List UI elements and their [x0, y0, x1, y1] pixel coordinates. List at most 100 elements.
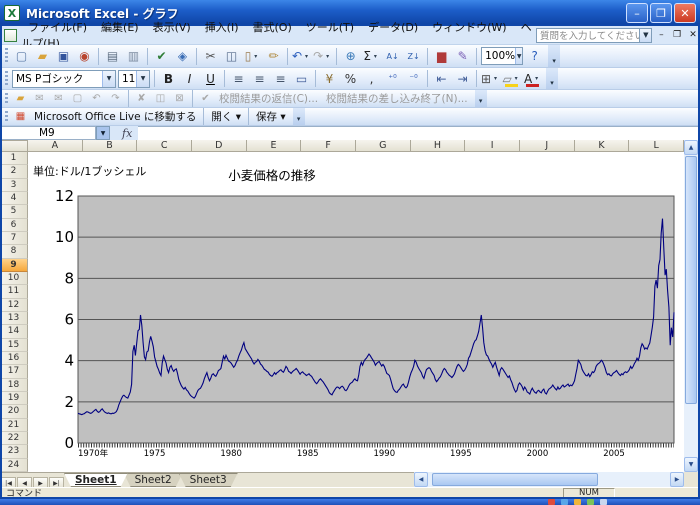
column-header-C[interactable]: C [137, 140, 192, 152]
row-header-21[interactable]: 21 [0, 419, 28, 432]
select-all-corner[interactable] [0, 140, 28, 152]
row-header-5[interactable]: 5 [0, 205, 28, 218]
zoom-combo-dropdown-icon[interactable]: ▼ [515, 48, 522, 64]
tray-icon-2[interactable] [574, 499, 581, 505]
align-right-icon[interactable]: ≡ [271, 70, 290, 88]
decrease-decimal-icon[interactable]: ⁻⁰ [404, 70, 423, 88]
column-header-A[interactable]: A [28, 140, 83, 152]
column-header-L[interactable]: L [629, 140, 684, 152]
undo-icon[interactable]: ↶▾ [292, 47, 311, 65]
office-live-icon[interactable]: ▦ [12, 109, 29, 124]
protect-sheet-icon[interactable]: ⊠ [171, 91, 188, 106]
print-preview-icon[interactable]: ▥ [124, 47, 143, 65]
help-question-input[interactable]: 質問を入力してください [536, 28, 640, 43]
font-size-combo-dropdown-icon[interactable]: ▼ [136, 71, 149, 87]
toolbar-options-reviewing[interactable]: ▾ [475, 90, 487, 107]
column-header-B[interactable]: B [83, 140, 138, 152]
row-header-2[interactable]: 2 [0, 165, 28, 178]
tray-icon-3[interactable] [587, 499, 594, 505]
maximize-button[interactable]: ❐ [650, 3, 672, 23]
font-name-combo[interactable]: MS Pゴシック▼ [12, 70, 116, 88]
help-icon[interactable]: ? [525, 47, 544, 65]
print-icon[interactable]: ▤ [103, 47, 122, 65]
row-header-8[interactable]: 8 [0, 245, 28, 258]
row-header-11[interactable]: 11 [0, 285, 28, 298]
name-box-dropdown-icon[interactable]: ▼ [96, 126, 110, 140]
menu-edit[interactable]: 編集(E) [94, 19, 146, 36]
currency-style-icon[interactable]: ¥ [320, 70, 339, 88]
drawing-icon[interactable]: ✎ [453, 47, 472, 65]
align-center-icon[interactable]: ≡ [250, 70, 269, 88]
align-left-icon[interactable]: ≡ [229, 70, 248, 88]
column-header-J[interactable]: J [520, 140, 575, 152]
tray-icon-4[interactable] [600, 499, 607, 505]
row-header-15[interactable]: 15 [0, 339, 28, 352]
font-color-icon[interactable]: A▾ [523, 70, 542, 88]
copy-icon[interactable]: ◫ [222, 47, 241, 65]
sheet-tab-sheet1[interactable]: Sheet1 [64, 473, 128, 487]
sheet-cells[interactable]: 単位:ドル/1ブッシェル 1210864201970年1975198019851… [28, 152, 684, 472]
reply-with-changes-icon[interactable]: ✔ [197, 91, 214, 106]
menu-format[interactable]: 書式(O) [246, 19, 299, 36]
send-review-icon[interactable]: ✉ [50, 91, 67, 106]
previous-comment-icon[interactable]: ↶ [88, 91, 105, 106]
send-mail-icon[interactable]: ✉ [31, 91, 48, 106]
zoom-combo[interactable]: 100%▼ [481, 47, 523, 65]
column-header-E[interactable]: E [247, 140, 302, 152]
save-icon[interactable]: ▣ [54, 47, 73, 65]
italic-icon[interactable]: I [180, 70, 199, 88]
scroll-down-icon[interactable]: ▼ [684, 457, 698, 472]
next-comment-icon[interactable]: ↷ [107, 91, 124, 106]
tray-icon-0[interactable] [548, 499, 555, 505]
row-header-10[interactable]: 10 [0, 272, 28, 285]
open-review-file-icon[interactable]: ▰ [12, 91, 29, 106]
recall-icon[interactable]: ▢ [69, 91, 86, 106]
decrease-indent-icon[interactable]: ⇤ [432, 70, 451, 88]
office-live-open-button[interactable]: 開く ▾ [207, 109, 245, 124]
row-header-16[interactable]: 16 [0, 352, 28, 365]
vertical-scrollbar[interactable]: ▲ ▼ [684, 140, 698, 472]
row-header-6[interactable]: 6 [0, 219, 28, 232]
menu-view[interactable]: 表示(V) [146, 19, 198, 36]
office-live-save-button[interactable]: 保存 ▾ [252, 109, 290, 124]
row-header-1[interactable]: 1 [0, 152, 28, 165]
row-header-3[interactable]: 3 [0, 179, 28, 192]
sheet-tab-sheet2[interactable]: Sheet2 [124, 473, 183, 487]
wheat-price-chart[interactable]: 1210864201970年19751980198519901995200020… [56, 156, 680, 468]
sort-descending-icon[interactable]: Z↓ [404, 47, 423, 65]
merge-center-icon[interactable]: ▭ [292, 70, 311, 88]
column-header-D[interactable]: D [192, 140, 247, 152]
column-header-K[interactable]: K [575, 140, 630, 152]
workbook-restore-button[interactable]: ❐ [670, 28, 684, 42]
scroll-up-icon[interactable]: ▲ [684, 140, 698, 155]
underline-icon[interactable]: U [201, 70, 220, 88]
vertical-scroll-thumb[interactable] [685, 156, 697, 404]
column-header-H[interactable]: H [411, 140, 466, 152]
row-header-23[interactable]: 23 [0, 445, 28, 458]
menu-data[interactable]: データ(D) [361, 19, 425, 36]
formula-input[interactable] [138, 126, 698, 140]
percent-style-icon[interactable]: % [341, 70, 360, 88]
reply-with-changes-label[interactable]: 校閲結果の返信(C)... [215, 91, 322, 106]
row-header-13[interactable]: 13 [0, 312, 28, 325]
scroll-right-icon[interactable]: ▶ [670, 472, 684, 487]
menu-window[interactable]: ウィンドウ(W) [425, 19, 513, 36]
row-header-4[interactable]: 4 [0, 192, 28, 205]
workbook-minimize-button[interactable]: – [654, 28, 668, 42]
scroll-left-icon[interactable]: ◀ [414, 472, 428, 487]
help-dropdown-icon[interactable]: ▼ [640, 28, 652, 43]
paste-icon[interactable]: ▯▾ [243, 47, 262, 65]
toolbar-options-standard[interactable]: ▾ [548, 45, 560, 67]
hyperlink-icon[interactable]: ⊕ [341, 47, 360, 65]
toolbar-options-live[interactable]: ▾ [293, 108, 305, 125]
show-comment-icon[interactable]: ◫ [152, 91, 169, 106]
toolbar-options-formatting[interactable]: ▾ [546, 68, 558, 89]
comma-style-icon[interactable]: , [362, 70, 381, 88]
open-folder-icon[interactable]: ▰ [33, 47, 52, 65]
sort-ascending-icon[interactable]: A↓ [383, 47, 402, 65]
horizontal-scrollbar[interactable]: ◀ ▶ [414, 472, 684, 487]
row-header-7[interactable]: 7 [0, 232, 28, 245]
sheet-tab-sheet3[interactable]: Sheet3 [179, 473, 238, 487]
redo-icon[interactable]: ↷▾ [313, 47, 332, 65]
menu-file[interactable]: ファイル(F) [21, 19, 94, 36]
